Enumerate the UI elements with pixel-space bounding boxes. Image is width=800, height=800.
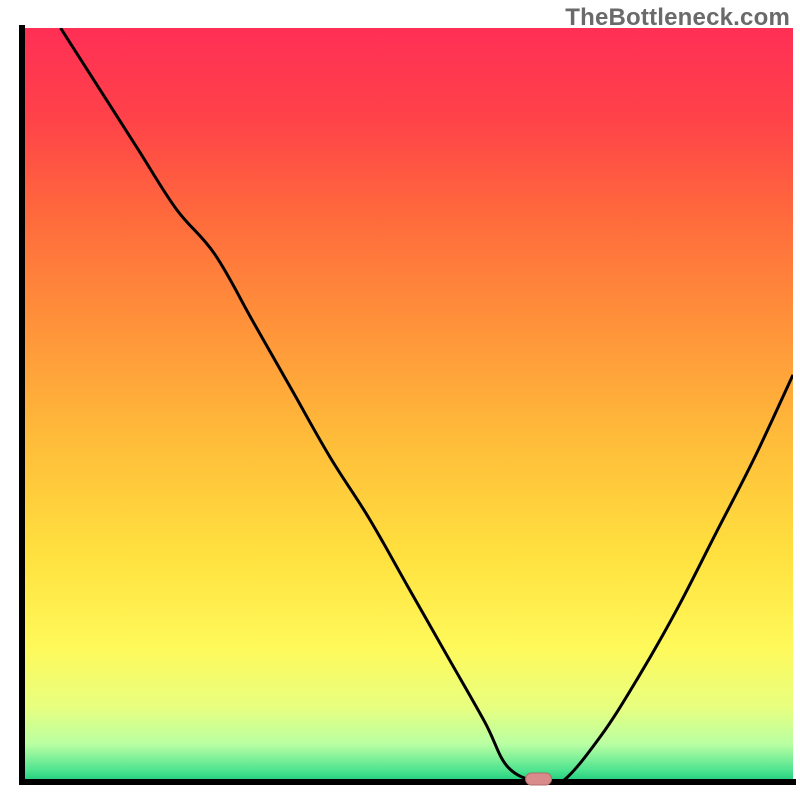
plot-svg bbox=[0, 0, 800, 800]
watermark-text: TheBottleneck.com bbox=[565, 4, 790, 32]
gradient-background bbox=[22, 28, 793, 782]
chart-container: TheBottleneck.com bbox=[0, 0, 800, 800]
optimum-marker bbox=[526, 773, 552, 785]
